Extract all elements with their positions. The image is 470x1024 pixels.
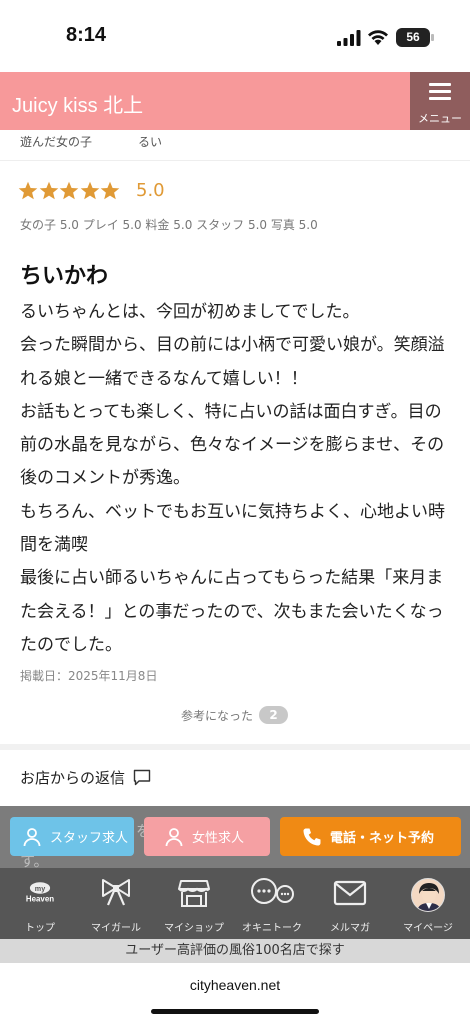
nav-okini-talk[interactable]: オキニトーク (234, 868, 310, 939)
ribbon-icon (102, 879, 130, 906)
person-icon (23, 827, 41, 846)
companion-name: るい (138, 135, 163, 149)
phone-icon (303, 828, 321, 845)
posted-date: 掲載日：2025年11月8日 (20, 669, 158, 683)
site-header: Juicy kiss 北上 メニュー (0, 72, 470, 130)
sub-ratings: 女の子 5.0 プレイ 5.0 料金 5.0 スタッフ 5.0 写真 5.0 (20, 218, 318, 232)
nav-label: オキニトーク (242, 923, 302, 934)
staff-recruit-button[interactable]: スタッフ求人 (10, 817, 134, 856)
star-icon (101, 181, 120, 200)
shop-icon (178, 880, 210, 907)
comment-icon (133, 769, 151, 786)
nav-top[interactable]: my Heaven トップ (2, 868, 78, 939)
rating-value: 5.0 (136, 180, 165, 201)
female-recruit-label: 女性求人 (192, 831, 245, 846)
helpful-label: 参考になった (181, 708, 254, 723)
shop-reply-header: お店からの返信 (20, 767, 151, 788)
star-rating (18, 178, 121, 204)
review-title: ちいかわ (20, 264, 109, 289)
logo-text-my: my (35, 884, 45, 893)
logo-text-heaven: Heaven (26, 895, 54, 904)
star-icon (18, 181, 38, 200)
nav-label: マイページ (403, 923, 453, 934)
female-recruit-button[interactable]: 女性求人 (144, 817, 270, 856)
phone-reservation-label: 電話・ネット予約 (330, 831, 435, 846)
nav-my-page[interactable]: マイページ (390, 868, 466, 939)
companion-row: 遊んだ女の子 るい (20, 133, 162, 150)
person-icon (165, 827, 183, 846)
my-heaven-logo: my Heaven (26, 882, 54, 904)
bottom-nav: my Heaven トップ マイガール マイショップ オキニトーク メルマガ マ… (0, 868, 470, 939)
divider (0, 160, 470, 161)
url-text[interactable]: cityheaven.net (0, 977, 470, 993)
browser-address-bar: cityheaven.net (0, 963, 470, 1024)
section-divider (0, 744, 470, 750)
nav-mail-magazine[interactable]: メルマガ (312, 868, 388, 939)
wifi-icon (368, 30, 388, 45)
helpful-button[interactable]: 参考になった 2 (181, 706, 289, 724)
nav-label: マイショップ (164, 923, 224, 934)
staff-recruit-label: スタッフ求人 (50, 831, 129, 846)
phone-reservation-button[interactable]: 電話・ネット予約 (280, 817, 461, 856)
chat-bubbles-icon (251, 878, 294, 904)
shop-title[interactable]: Juicy kiss 北上 (12, 89, 143, 118)
companion-label: 遊んだ女の子 (20, 135, 93, 149)
nav-my-shop[interactable]: マイショップ (156, 868, 232, 939)
star-icon (59, 181, 79, 200)
home-indicator (151, 1009, 319, 1014)
promo-banner[interactable]: ユーザー高評価の風俗100名店で探す (0, 939, 470, 963)
reply-header-label: お店からの返信 (20, 769, 126, 787)
hamburger-icon (429, 83, 451, 104)
nav-label: トップ (25, 923, 55, 934)
avatar-icon (417, 883, 441, 911)
battery-icon: 56 (396, 28, 430, 47)
helpful-count: 2 (259, 706, 289, 724)
mail-icon (333, 880, 367, 906)
star-icon (39, 181, 58, 200)
nav-label: マイガール (91, 923, 141, 934)
nav-my-girl[interactable]: マイガール (78, 868, 154, 939)
battery-cap (431, 34, 434, 41)
menu-label: メニュー (418, 112, 462, 125)
nav-label: メルマガ (330, 923, 370, 934)
battery-level: 56 (406, 30, 420, 44)
status-time: 8:14 (66, 24, 107, 46)
star-icon (80, 181, 100, 200)
review-body: るいちゃんとは、今回が初めましてでした。 会った瞬間から、目の前には小柄で可愛い… (20, 302, 445, 655)
status-bar: 8:14 56 (0, 0, 470, 72)
menu-button[interactable]: メニュー (410, 72, 470, 130)
cellular-signal-icon (337, 30, 361, 46)
avatar (411, 878, 445, 912)
